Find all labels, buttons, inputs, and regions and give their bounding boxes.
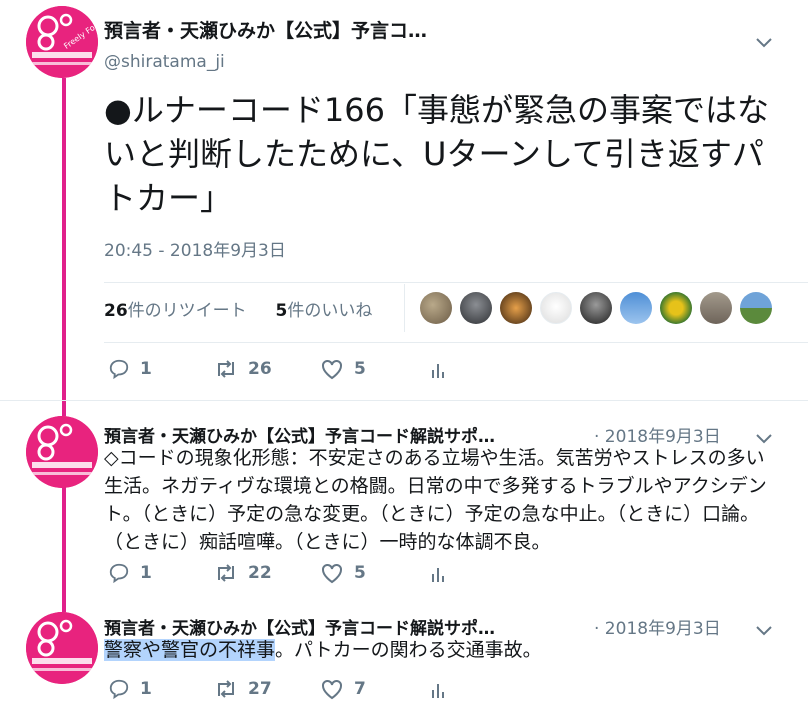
retweet-button[interactable]: 22 — [214, 562, 272, 584]
reply-button[interactable]: 1 — [108, 678, 152, 700]
analytics-icon — [432, 568, 444, 582]
tweet-text: ●ルナーコード166「事態が緊急の事案ではないと判断したために、Uターンして引き… — [104, 91, 770, 217]
liker-avatar[interactable] — [540, 292, 572, 324]
reply-button[interactable]: 1 — [108, 562, 152, 584]
selected-text: 警察や警官の不祥事 — [104, 639, 276, 661]
divider — [104, 282, 808, 283]
retweet-icon — [218, 680, 234, 698]
like-button[interactable]: 5 — [320, 562, 366, 584]
retweet-count: 27 — [248, 679, 272, 699]
thread-line — [62, 78, 66, 416]
reply-count: 1 — [140, 679, 152, 699]
chevron-down-icon[interactable] — [756, 32, 772, 53]
like-count: 7 — [354, 679, 366, 699]
analytics-button[interactable] — [430, 562, 446, 584]
author-name[interactable]: 預言者・天瀬ひみか【公式】予言コ… — [104, 16, 427, 43]
retweet-button[interactable]: 26 — [214, 358, 272, 380]
tweet-actions: 1 22 5 — [104, 562, 464, 588]
author-handle[interactable]: @shiratama_ji — [104, 52, 225, 72]
divider — [0, 400, 808, 401]
heart-icon — [322, 679, 342, 700]
like-button[interactable]: 7 — [320, 678, 366, 700]
retweet-count: 22 — [248, 563, 272, 583]
reply-count: 1 — [140, 359, 152, 379]
liker-avatar[interactable] — [580, 292, 612, 324]
analytics-button[interactable] — [430, 358, 446, 380]
avatar[interactable] — [26, 612, 98, 684]
analytics-button[interactable] — [430, 678, 446, 700]
avatar[interactable] — [26, 416, 98, 488]
like-count: 5 — [354, 359, 366, 379]
tweet-text: 警察や警官の不祥事。パトカーの関わる交通事故。 — [104, 636, 774, 664]
divider — [404, 284, 405, 332]
retweet-icon — [218, 564, 234, 582]
heart-icon — [322, 563, 342, 584]
tweet-actions: 1 26 5 — [104, 358, 464, 384]
retweet-count: 26 — [248, 359, 272, 379]
reply-icon — [109, 679, 129, 700]
likes-stat[interactable]: 5件のいいね — [275, 301, 372, 321]
reply-count: 1 — [140, 563, 152, 583]
liker-avatar[interactable] — [620, 292, 652, 324]
reply-icon — [109, 359, 129, 380]
liker-avatar[interactable] — [660, 292, 692, 324]
thread-line — [62, 486, 66, 612]
liker-avatar[interactable] — [700, 292, 732, 324]
divider — [104, 342, 808, 343]
analytics-icon — [432, 684, 444, 698]
liker-avatar[interactable] — [420, 292, 452, 324]
avatar[interactable]: Freely Forever — [26, 6, 98, 78]
retweet-button[interactable]: 27 — [214, 678, 272, 700]
retweets-stat[interactable]: 26件のリツイート — [104, 301, 247, 321]
tweet-timestamp[interactable]: 20:45 - 2018年9月3日 — [104, 236, 286, 261]
like-button[interactable]: 5 — [320, 358, 366, 380]
liker-avatar[interactable] — [460, 292, 492, 324]
heart-icon — [322, 359, 342, 380]
like-count: 5 — [354, 563, 366, 583]
tweet-text-rest: 。パトカーの関わる交通事故。 — [275, 639, 542, 661]
tweet-actions: 1 27 7 — [104, 678, 464, 704]
liker-avatar[interactable] — [740, 292, 772, 324]
engagement-stats: 26件のリツイート 5件のいいね — [104, 296, 372, 321]
analytics-icon — [432, 364, 444, 378]
reply-icon — [109, 563, 129, 584]
tweet-text: ◇コードの現象化形態：不安定さのある立場や生活。気苦労やストレスの多い生活。ネガ… — [104, 447, 767, 553]
liker-avatar[interactable] — [500, 292, 532, 324]
reply-button[interactable]: 1 — [108, 358, 152, 380]
retweet-icon — [218, 360, 234, 378]
